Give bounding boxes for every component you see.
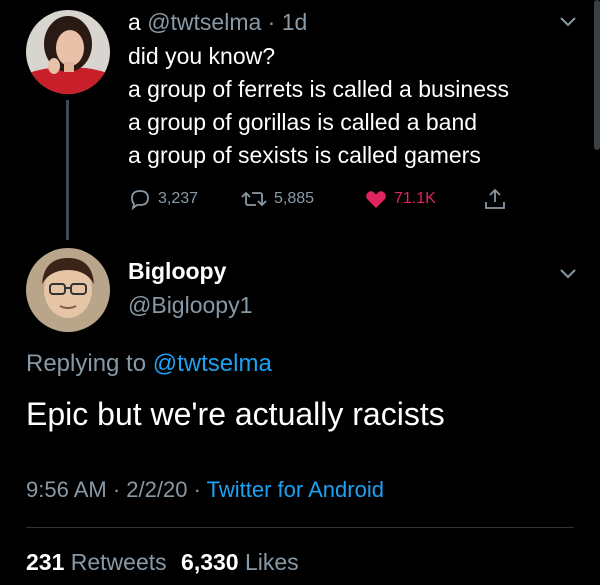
reply-display-name[interactable]: Bigloopy <box>128 258 226 285</box>
scrollbar[interactable] <box>594 0 600 150</box>
reply-count: 3,237 <box>158 190 199 207</box>
header-separator: · <box>267 9 276 35</box>
chevron-down-icon[interactable] <box>558 266 578 280</box>
reply-icon <box>131 190 149 211</box>
handle[interactable]: @twtselma <box>147 9 261 35</box>
display-name[interactable]: a <box>128 9 141 35</box>
retweets-label: Retweets <box>70 549 167 575</box>
likes-stat[interactable]: 6,330 Likes <box>181 549 299 575</box>
replying-prefix: Replying to <box>26 350 147 377</box>
like-count: 71.1K <box>394 190 436 207</box>
reply-action[interactable]: 3,237 <box>128 187 198 211</box>
engagement-stats: 231 Retweets 6,330 Likes <box>26 549 299 576</box>
thread-connector <box>66 100 69 240</box>
timestamp[interactable]: 1d <box>282 9 308 35</box>
retweet-icon <box>241 191 267 207</box>
tweet-line: a group of gorillas is called a band <box>128 109 478 135</box>
replying-to-link[interactable]: @twtselma <box>153 350 272 377</box>
tweet-line: a group of ferrets is called a business <box>128 76 509 102</box>
retweet-action[interactable]: 5,885 <box>240 187 314 211</box>
retweet-count: 231 <box>26 549 65 575</box>
tweet-time[interactable]: 9:56 AM <box>26 477 107 502</box>
tweet-meta: 9:56 AM · 2/2/20 · Twitter for Android <box>26 477 384 503</box>
tweet-header: a @twtselma · 1d <box>128 8 307 36</box>
heart-icon <box>366 191 386 208</box>
tweet-line: a group of sexists is called gamers <box>128 142 481 168</box>
avatar-image <box>26 248 110 332</box>
avatar-twtselma[interactable] <box>26 10 110 94</box>
retweet-count: 5,885 <box>274 190 315 207</box>
avatar-image <box>26 10 110 94</box>
tweet-line: did you know? <box>128 43 276 69</box>
meta-separator: · <box>112 477 121 502</box>
reply-text: Epic but we're actually racists <box>26 396 445 432</box>
client-link[interactable]: Twitter for Android <box>207 477 384 502</box>
meta-separator: · <box>193 477 201 502</box>
tweet-body: did you know? a group of ferrets is call… <box>128 40 509 172</box>
divider <box>26 527 574 528</box>
like-count: 6,330 <box>181 549 239 575</box>
reply-handle[interactable]: @Bigloopy1 <box>128 292 252 319</box>
likes-label: Likes <box>244 549 299 575</box>
like-action[interactable]: 71.1K <box>364 187 436 211</box>
avatar-bigloopy[interactable] <box>26 248 110 332</box>
share-action[interactable] <box>482 186 508 212</box>
retweets-stat[interactable]: 231 Retweets <box>26 549 167 575</box>
replying-to: Replying to @twtselma <box>26 350 272 378</box>
share-icon <box>485 188 505 209</box>
chevron-down-icon[interactable] <box>558 14 578 28</box>
tweet-date[interactable]: 2/2/20 <box>126 477 187 502</box>
